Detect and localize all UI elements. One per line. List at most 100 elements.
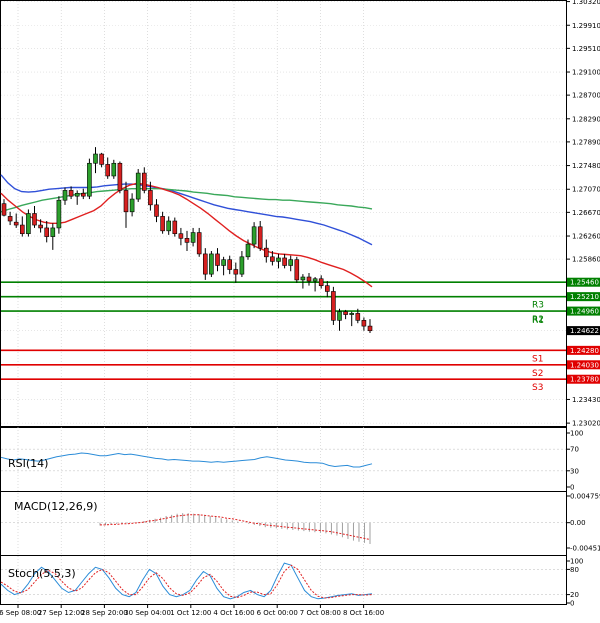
indicator-tick-label: 100 [570, 558, 583, 566]
time-tick-label: 7 Oct 08:00 [300, 609, 341, 617]
price-tick-label: 1.28290 [572, 115, 600, 123]
pivot-value-label: 1.24030 [570, 361, 599, 369]
time-tick-label: 6 Oct 00:00 [257, 609, 298, 617]
candle-bull [135, 172, 141, 200]
candle-bull [111, 162, 117, 177]
candle-bull [62, 190, 68, 201]
candle-bull [129, 198, 135, 213]
candle-bull [251, 226, 257, 245]
indicator-tick-label: 0 [570, 600, 574, 608]
candle-bear [68, 190, 74, 197]
rsi-panel-title: RSI(14) [8, 457, 48, 470]
candle-bear [13, 221, 19, 226]
price-tick-label: 1.30320 [572, 0, 600, 6]
candle-bear [178, 233, 184, 239]
indicator-tick-label: 20 [570, 591, 579, 599]
candle-bear [361, 320, 367, 327]
price-tick-label: 1.28700 [572, 92, 600, 100]
time-tick-label: 1 Oct 12:00 [170, 609, 211, 617]
candle-bear [306, 276, 312, 282]
candle-bear [184, 238, 190, 243]
candle-bull [50, 227, 56, 237]
pivot-value-label: 1.23780 [570, 376, 599, 384]
candle-bear [81, 192, 86, 197]
price-tick-label: 1.23020 [572, 420, 600, 428]
indicator-tick-label: -0.004515 [570, 545, 600, 553]
candle-bear [215, 253, 220, 266]
candle-bull [239, 256, 245, 275]
candle-bear [19, 224, 25, 235]
candle-bear [105, 164, 110, 177]
candle-bear [282, 257, 287, 266]
candle-bear [196, 232, 202, 255]
price-tick-label: 1.29510 [572, 45, 600, 53]
candle-bear [142, 172, 147, 191]
pivot-value-label: 1.25210 [570, 293, 599, 301]
candle-bear [270, 256, 275, 262]
indicator-tick-label: 70 [570, 446, 579, 454]
candle-bull [166, 220, 171, 232]
candle-bear [38, 224, 43, 229]
candle-bear [367, 325, 373, 332]
pivot-level-label: R1 [532, 316, 544, 326]
stoch-panel-title: Stoch(5,5,3) [8, 567, 76, 580]
macd-panel-title: MACD(12,26,9) [14, 500, 98, 513]
current-price-label: 1.24622 [570, 327, 599, 335]
time-tick-label: 26 Sep 08:00 [0, 609, 41, 617]
forex-chart: 1.25460 1.25210 R3 1.24960 R2 R1 1.24280 S1 1.24… [0, 0, 600, 623]
candle-bull [349, 313, 355, 315]
candle-bull [74, 192, 80, 197]
indicator-tick-label: 0.004759 [570, 493, 600, 501]
pivot-level-label: R3 [532, 301, 544, 311]
price-tick-label: 1.26260 [572, 233, 600, 241]
pivot-level-label: S2 [532, 369, 543, 379]
price-tick-label: 1.29100 [572, 69, 600, 77]
candle-bear [343, 311, 348, 315]
pivot-level-label: S3 [532, 383, 543, 393]
candle-bull [26, 213, 31, 235]
candle-bear [172, 220, 178, 235]
price-tick-label: 1.23430 [572, 396, 600, 404]
time-tick-label: 27 Sep 12:00 [38, 609, 85, 617]
price-tick-label: 1.29910 [572, 22, 600, 30]
candle-bear [1, 203, 7, 216]
indicator-tick-label: 0 [570, 484, 574, 492]
pivot-level-label: S1 [532, 354, 543, 364]
candle-bear [99, 153, 104, 165]
chart-canvas: 1.254601.25210R31.24960R2R11.24280S11.24… [0, 0, 600, 617]
candle-bear [203, 253, 208, 275]
price-tick-label: 1.27480 [572, 162, 600, 170]
indicator-tick-label: 80 [570, 566, 579, 574]
candle-bear [233, 269, 239, 275]
candle-bear [154, 204, 159, 217]
candle-bear [7, 216, 13, 222]
candle-bear [117, 162, 123, 191]
candle-bear [227, 259, 232, 270]
candle-bear [324, 285, 330, 292]
candle-bear [355, 313, 361, 321]
candle-bear [123, 190, 129, 213]
candle-bear [331, 291, 336, 321]
time-tick-label: 8 Oct 16:00 [343, 609, 384, 617]
price-tick-label: 1.25860 [572, 256, 600, 264]
candle-bear [32, 213, 37, 226]
price-tick-label: 1.27890 [572, 138, 600, 146]
time-tick-label: 4 Oct 16:00 [213, 609, 254, 617]
indicator-tick-label: 0.00 [570, 519, 586, 527]
candle-bull [245, 243, 251, 258]
candle-bull [337, 311, 342, 321]
candle-bear [263, 247, 269, 258]
price-tick-label: 1.26670 [572, 209, 600, 217]
pivot-value-label: 1.25460 [570, 279, 599, 287]
candle-bull [288, 259, 294, 266]
candle-bull [221, 259, 226, 266]
time-tick-label: 30 Sep 04:00 [124, 609, 171, 617]
candle-bull [87, 162, 92, 197]
candle-bear [160, 216, 165, 232]
indicator-tick-label: 100 [570, 430, 583, 438]
pivot-value-label: 1.24280 [570, 347, 599, 355]
candle-bull [93, 153, 98, 164]
stoch-panel-frame [0, 555, 567, 605]
indicator-tick-label: 30 [570, 467, 579, 475]
candle-bull [312, 278, 318, 282]
